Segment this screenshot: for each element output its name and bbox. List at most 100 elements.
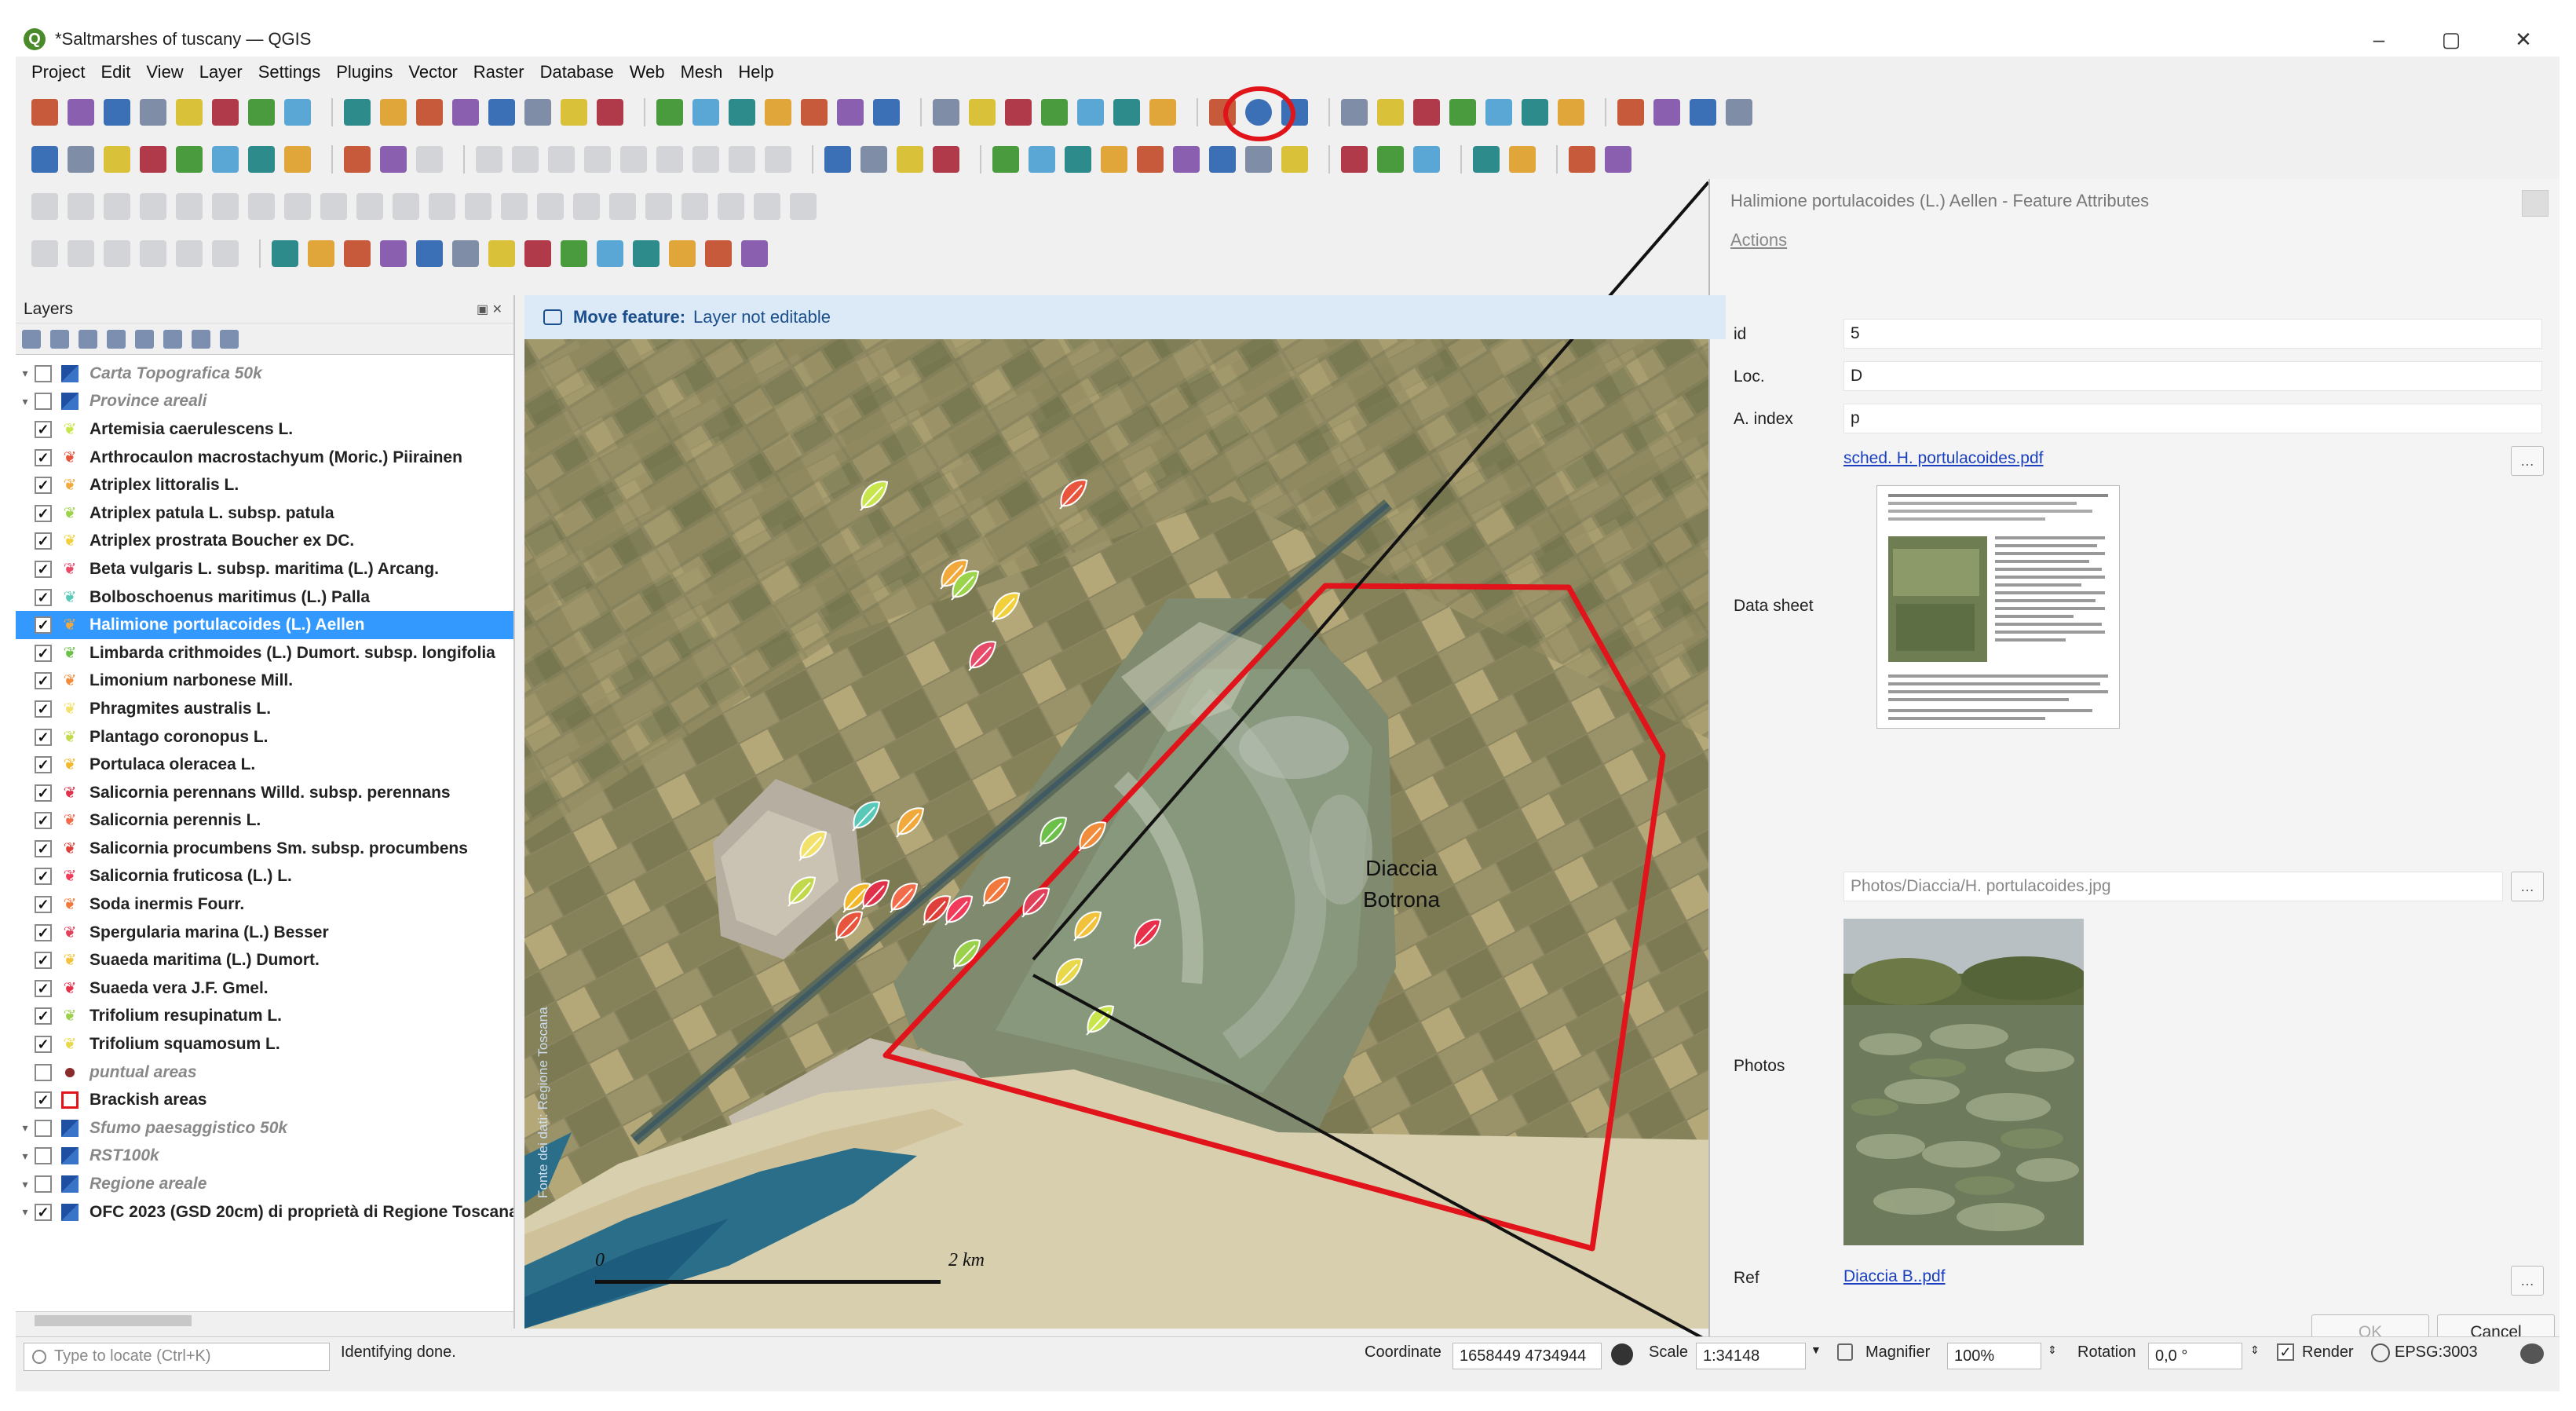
layer-tree-item[interactable]: ✓ ❦ Portulaca oleracea L. — [16, 751, 513, 779]
toolbar-tool-icon[interactable] — [1653, 99, 1680, 126]
toolbar-tool-icon[interactable] — [488, 99, 515, 126]
species-leaf-marker[interactable] — [896, 807, 925, 838]
toolbar-tool-icon[interactable] — [140, 193, 166, 220]
layer-visibility-checkbox[interactable]: ✓ — [35, 560, 52, 578]
aindex-field[interactable]: p — [1843, 404, 2542, 433]
species-leaf-marker[interactable] — [982, 876, 1011, 907]
layer-tree-item[interactable]: ✓ ❦ Halimione portulacoides (L.) Aellen — [16, 611, 513, 639]
layer-tree-item[interactable]: ✓ ❦ Trifolium squamosum L. — [16, 1030, 513, 1058]
toolbar-tool-icon[interactable] — [1065, 146, 1091, 173]
layer-visibility-checkbox[interactable]: ✓ — [35, 896, 52, 914]
toolbar-tool-icon[interactable] — [248, 99, 275, 126]
toolbar-tool-icon[interactable] — [212, 99, 239, 126]
toolbar-tool-icon[interactable] — [620, 146, 647, 173]
toolbar-tool-icon[interactable] — [548, 146, 575, 173]
coordinate-field[interactable]: 1658449 4734944 — [1452, 1343, 1602, 1369]
toolbar-tool-icon[interactable] — [176, 99, 203, 126]
layer-visibility-checkbox[interactable]: ✓ — [35, 672, 52, 690]
menu-view[interactable]: View — [146, 62, 183, 82]
species-leaf-marker[interactable] — [1073, 911, 1102, 941]
layer-tree-item[interactable]: ✓ ❦ Atriplex patula L. subsp. patula — [16, 499, 513, 528]
layer-tree-item[interactable]: ✓ ❦ Atriplex prostrata Boucher ex DC. — [16, 528, 513, 556]
render-checkbox[interactable]: ✓ — [2277, 1343, 2294, 1361]
toolbar-tool-icon[interactable] — [68, 193, 94, 220]
rotation-field[interactable]: 0,0 ° — [2148, 1343, 2242, 1369]
layer-visibility-checkbox[interactable]: ✓ — [35, 448, 52, 466]
sched-browse-button[interactable]: … — [2511, 446, 2544, 476]
toolbar-tool-icon[interactable] — [897, 146, 923, 173]
toolbar-tool-icon[interactable] — [1473, 146, 1500, 173]
maximize-button[interactable]: ▢ — [2415, 22, 2487, 57]
plant-photo[interactable] — [1843, 919, 2084, 1245]
layer-tree-item[interactable]: ✓ ❦ Salicornia perennans Willd. subsp. per… — [16, 779, 513, 807]
toolbar-tool-icon[interactable] — [1101, 146, 1127, 173]
toolbar-tool-icon[interactable] — [344, 240, 371, 267]
toolbar-tool-icon[interactable] — [465, 193, 491, 220]
toolbar-tool-icon[interactable] — [1413, 146, 1440, 173]
toolbar-tool-icon[interactable] — [824, 146, 851, 173]
layer-visibility-checkbox[interactable]: ✓ — [35, 477, 52, 495]
manage-map-themes-icon[interactable] — [79, 329, 97, 349]
collapse-all-icon[interactable] — [192, 329, 210, 349]
toolbar-tool-icon[interactable] — [212, 146, 239, 173]
layer-tree-item[interactable]: ✓ ❦ Suaeda maritima (L.) Dumort. — [16, 946, 513, 974]
expand-all-icon[interactable] — [163, 329, 182, 349]
toolbar-tool-icon[interactable] — [1245, 146, 1272, 173]
toolbar-tool-icon[interactable] — [692, 99, 719, 126]
toolbar-tool-icon[interactable] — [176, 240, 203, 267]
toolbar-tool-icon[interactable] — [801, 99, 828, 126]
species-leaf-marker[interactable] — [1133, 919, 1162, 949]
menu-raster[interactable]: Raster — [473, 62, 524, 82]
toolbar-tool-icon[interactable] — [1029, 146, 1055, 173]
species-leaf-marker[interactable] — [852, 801, 881, 832]
toolbar-tool-icon[interactable] — [68, 240, 94, 267]
layer-visibility-checkbox[interactable]: ✓ — [35, 616, 52, 634]
toolbar-tool-icon[interactable] — [597, 99, 623, 126]
layer-visibility-checkbox[interactable]: ✓ — [35, 812, 52, 830]
layer-visibility-checkbox[interactable]: ✓ — [35, 420, 52, 438]
toolbar-tool-icon[interactable] — [1149, 99, 1176, 126]
toolbar-tool-icon[interactable] — [790, 193, 817, 220]
toolbar-tool-icon[interactable] — [656, 146, 683, 173]
layer-tree-item[interactable]: puntual areas — [16, 1058, 513, 1087]
toolbar-tool-icon[interactable] — [212, 240, 239, 267]
layer-visibility-checkbox[interactable]: ✓ — [35, 952, 52, 970]
toolbar-tool-icon[interactable] — [476, 146, 502, 173]
species-leaf-marker[interactable] — [992, 592, 1021, 623]
toolbar-tool-icon[interactable] — [1569, 146, 1595, 173]
toolbar-tool-icon[interactable] — [31, 240, 58, 267]
layer-tree-item[interactable]: ✓ ❦ Salicornia perennis L. — [16, 807, 513, 835]
panel-float-close-icon[interactable]: ▣ ✕ — [477, 302, 502, 317]
layer-tree-item[interactable]: ✓ ❦ Beta vulgaris L. subsp. maritima (L.) … — [16, 555, 513, 583]
species-leaf-marker[interactable] — [798, 831, 828, 861]
toolbar-tool-icon[interactable] — [1617, 99, 1644, 126]
datasheet-preview[interactable] — [1876, 485, 2120, 729]
toolbar-tool-icon[interactable] — [597, 240, 623, 267]
actions-menu[interactable]: Actions — [1710, 223, 2560, 258]
toolbar-tool-icon[interactable] — [284, 99, 311, 126]
toolbar-tool-icon[interactable] — [1449, 99, 1476, 126]
toolbar-tool-icon[interactable] — [68, 146, 94, 173]
dialog-close-icon[interactable] — [2522, 190, 2549, 217]
toolbar-tool-icon[interactable] — [729, 146, 755, 173]
toolbar-tool-icon[interactable] — [416, 240, 443, 267]
toolbar-tool-icon[interactable] — [705, 240, 732, 267]
toolbar-tool-icon[interactable] — [380, 146, 407, 173]
toolbar-tool-icon[interactable] — [512, 146, 539, 173]
species-leaf-marker[interactable] — [860, 481, 889, 511]
layer-tree-item[interactable]: ▾ Sfumo paesaggistico 50k — [16, 1114, 513, 1142]
ref-browse-button[interactable]: … — [2511, 1266, 2544, 1296]
toolbar-tool-icon[interactable] — [992, 146, 1019, 173]
layer-tree-item[interactable]: ✓ ❦ Bolboschoenus maritimus (L.) Palla — [16, 583, 513, 612]
expand-arrow-icon[interactable]: ▾ — [16, 1205, 35, 1219]
toolbar-tool-icon[interactable] — [765, 146, 791, 173]
toolbar-tool-icon[interactable] — [488, 240, 515, 267]
toolbar-tool-icon[interactable] — [31, 146, 58, 173]
layer-tree-item[interactable]: ✓ ❦ Phragmites australis L. — [16, 695, 513, 723]
species-leaf-marker[interactable] — [1059, 479, 1088, 510]
toolbar-tool-icon[interactable] — [1509, 146, 1536, 173]
toolbar-tool-icon[interactable] — [104, 193, 130, 220]
layer-visibility-checkbox[interactable] — [35, 393, 52, 411]
expand-arrow-icon[interactable]: ▾ — [16, 367, 35, 380]
layer-tree-item[interactable]: ✓ ❦ Limonium narbonese Mill. — [16, 667, 513, 696]
